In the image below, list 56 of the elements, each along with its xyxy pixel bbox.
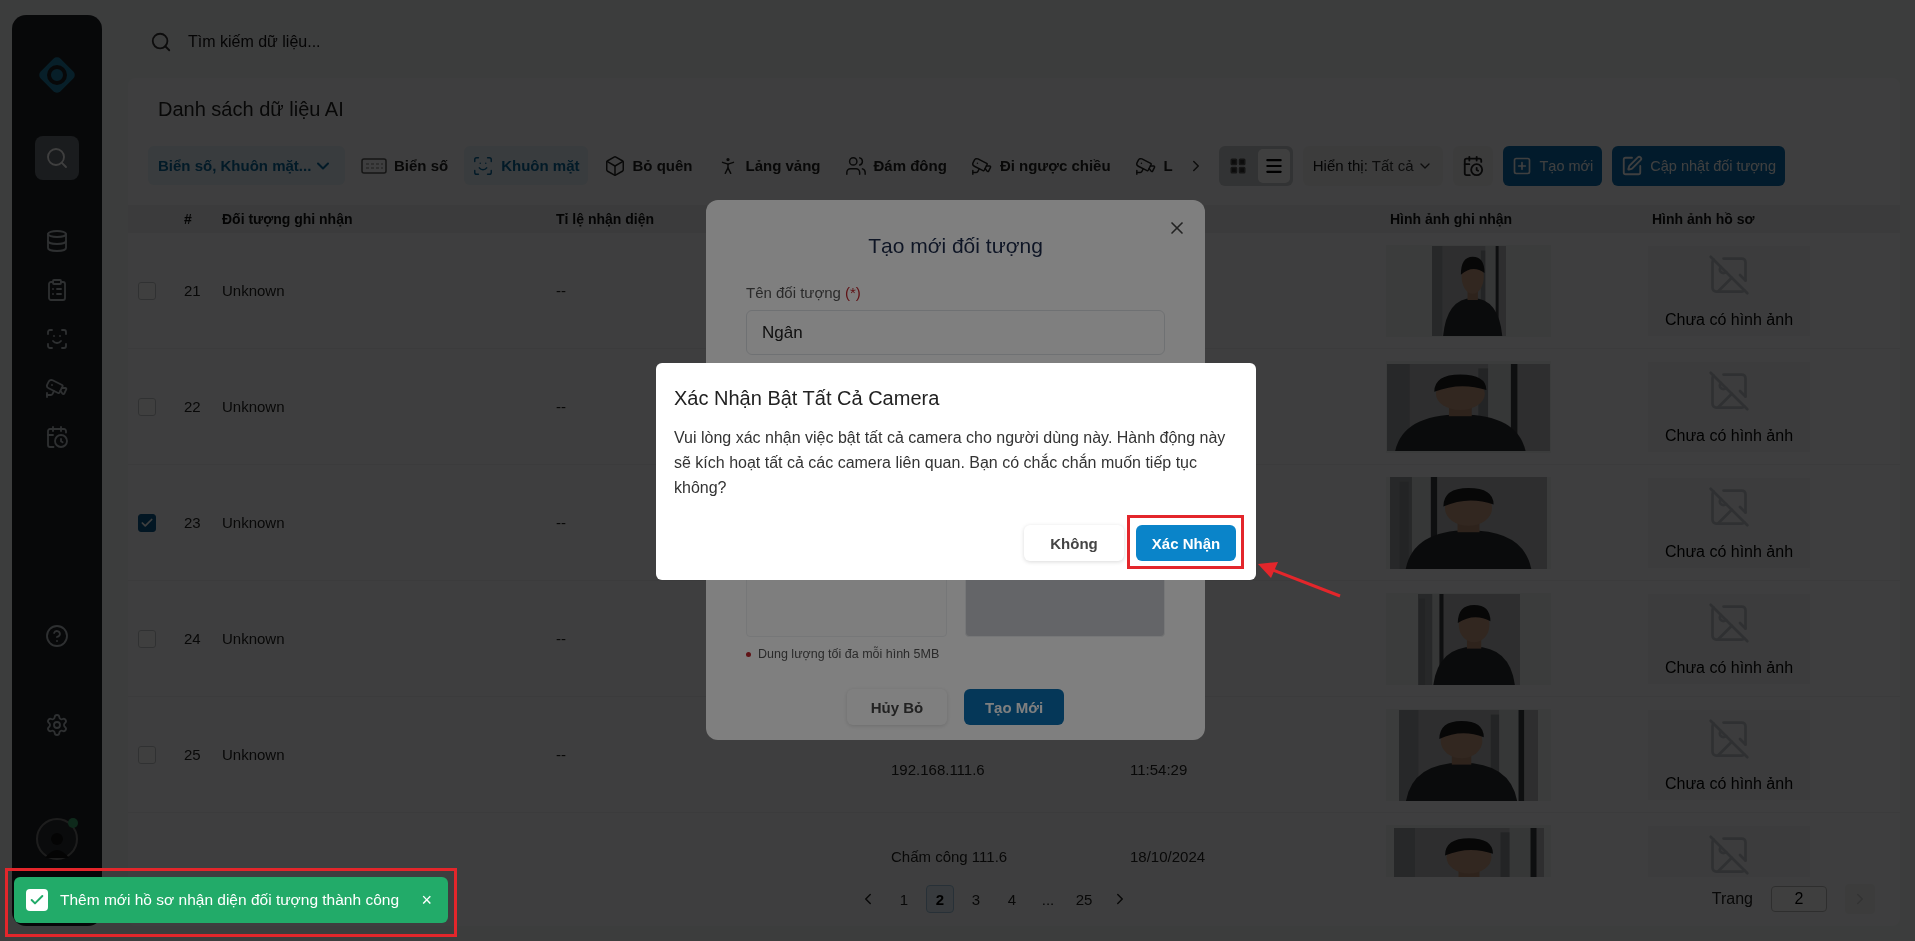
clipboard-icon: [45, 278, 69, 302]
page-button[interactable]: ...: [1034, 885, 1062, 913]
column-header: #: [183, 211, 192, 227]
field-label: Tên đối tượng: [746, 284, 841, 301]
table-cell-text: --: [555, 630, 566, 647]
database-icon: [45, 229, 69, 253]
table-cell-text: --: [555, 514, 566, 531]
page-field[interactable]: 2: [1771, 886, 1827, 912]
search-field[interactable]: Tìm kiếm dữ liệu...: [186, 32, 586, 52]
search-icon: [150, 31, 172, 53]
toast-message: Thêm mới hồ sơ nhận diện đối tượng thành công: [60, 891, 399, 909]
search-icon: [45, 146, 69, 170]
confirm-button[interactable]: Xác Nhận: [1136, 525, 1236, 561]
column-header: Đối tượng ghi nhận: [221, 211, 353, 227]
dialog-title: Xác Nhận Bật Tất Cả Camera: [674, 386, 941, 411]
size-note: Dung lượng tối đa mỗi hình 5MB: [758, 647, 940, 661]
placeholder-text: Chưa có hình ảnh: [1664, 427, 1794, 445]
settings-icon: [45, 713, 69, 737]
column-header: Hình ảnh ghi nhận: [1389, 211, 1513, 227]
face-scan-icon: [472, 154, 495, 177]
placeholder-text: Chưa có hình ảnh: [1664, 543, 1794, 561]
calendar-icon: [1462, 154, 1485, 177]
dialog-title: Tạo mới đối tượng: [867, 233, 1044, 259]
camera-icon: [45, 376, 69, 400]
nav-item[interactable]: [35, 136, 79, 180]
cancel-button[interactable]: Hủy Bỏ: [847, 689, 947, 725]
page-button[interactable]: 2: [926, 885, 954, 913]
chevron-icon: [317, 161, 330, 170]
plus-icon: [1512, 155, 1533, 176]
license-plate-icon: [361, 157, 387, 174]
row-checkbox[interactable]: [138, 513, 156, 532]
list-view-button[interactable]: [1257, 148, 1290, 183]
column-header: Hình ảnh hồ sơ: [1651, 211, 1755, 227]
table-cell-text: --: [555, 398, 566, 415]
check-icon: [26, 889, 48, 911]
calendar-icon: [45, 425, 69, 449]
box-icon: [603, 154, 626, 177]
name-field[interactable]: Ngân: [746, 310, 1165, 355]
dialog-message: Vui lòng xác nhận việc bật tất cả camera cho người dùng này. Hành động này sẽ kích hoạt tất cả các camera liên quan. Bạn có chắc chắn muốn tiếp tục không?: [674, 428, 1227, 498]
help-icon: [45, 624, 69, 648]
table-cell-text: --: [555, 746, 566, 763]
placeholder-text: Chưa có hình ảnh: [1664, 311, 1794, 329]
grid-icon: [1228, 156, 1247, 175]
table-cell-text: --: [555, 282, 566, 299]
create-button[interactable]: Tạo Mới: [964, 689, 1064, 725]
people-icon: [844, 154, 867, 177]
close-button[interactable]: ×: [417, 889, 436, 911]
required-mark: (*): [844, 284, 861, 301]
placeholder-text: Chưa có hình ảnh: [1664, 659, 1794, 677]
avatar[interactable]: [36, 818, 78, 860]
no-button[interactable]: Không: [1024, 525, 1124, 561]
edit-icon: [1621, 154, 1644, 177]
bullet-dot: [746, 651, 751, 657]
column-header: Tỉ lệ nhận diện: [555, 211, 654, 227]
face-scan-icon: [45, 327, 69, 351]
placeholder-text: Chưa có hình ảnh: [1664, 775, 1794, 793]
